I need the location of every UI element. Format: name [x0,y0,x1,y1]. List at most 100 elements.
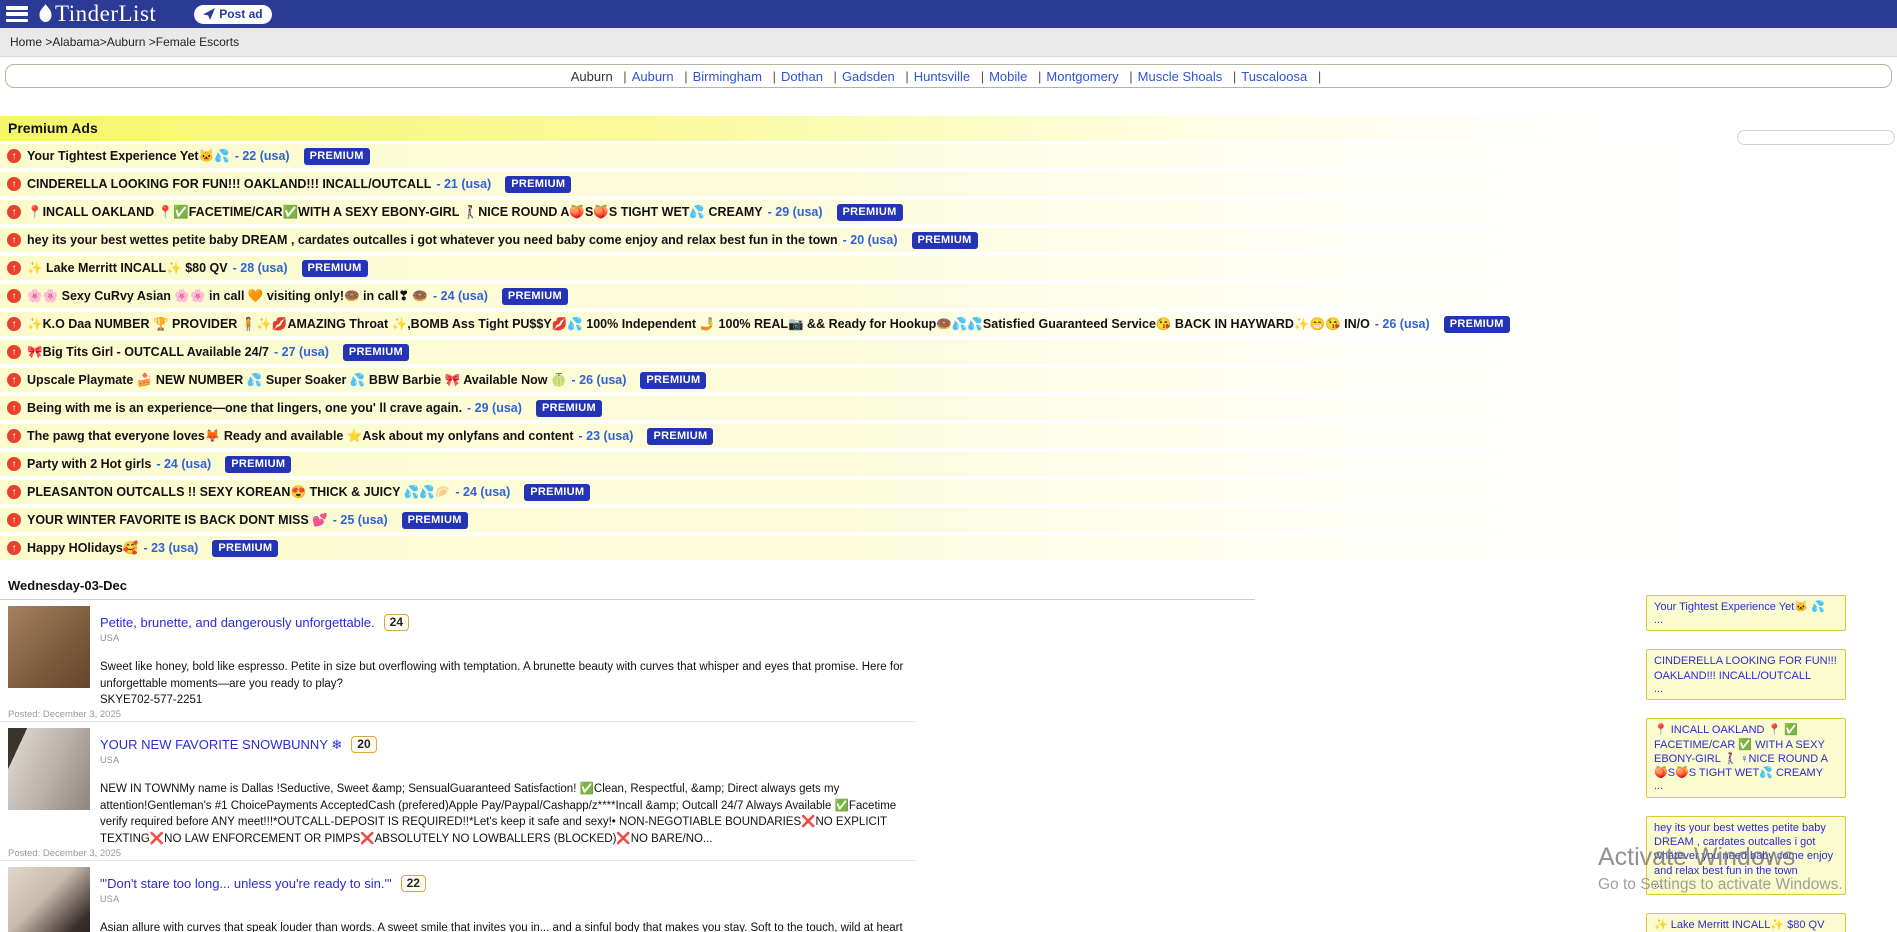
listing-thumbnail[interactable] [8,728,90,810]
menu-icon[interactable] [6,6,28,22]
premium-badge: PREMIUM [647,428,713,445]
premium-ad-title[interactable]: hey its your best wettes petite baby DRE… [27,233,838,247]
premium-ad-row[interactable]: ↑ Being with me is an experience—one tha… [0,396,1897,420]
premium-ad-title[interactable]: Upscale Playmate 🍰 NEW NUMBER 💦 Super So… [27,373,567,388]
premium-ad-row[interactable]: ↑ PLEASANTON OUTCALLS !! SEXY KOREAN😍 TH… [0,480,1897,504]
city-separator: | [905,69,908,84]
premium-ad-age-meta: - 24 (usa) [156,457,211,471]
premium-ad-row[interactable]: ↑ Party with 2 Hot girls - 24 (usa) PREM… [0,452,1897,476]
listing-phone: SKYE702-577-2251 [100,692,908,709]
premium-ad-title[interactable]: CINDERELLA LOOKING FOR FUN!!! OAKLAND!!!… [27,177,431,191]
sidebar-ad-more[interactable]: ... [1654,780,1838,793]
listing-title-link[interactable]: Petite, brunette, and dangerously unforg… [100,615,375,630]
listing-row: Posted: December 3, 2025 Petite, brunett… [0,600,915,722]
premium-ad-title[interactable]: 📍INCALL OAKLAND 📍✅FACETIME/CAR✅WITH A SE… [27,205,763,220]
premium-ad-title[interactable]: The pawg that everyone loves🦊 Ready and … [27,429,574,444]
city-link[interactable]: Muscle Shoals [1138,69,1223,84]
premium-ad-title[interactable]: ✨K.O Daa NUMBER 🏆 PROVIDER 🧍✨💋AMAZING Th… [27,317,1370,332]
premium-ad-row[interactable]: ↑ Upscale Playmate 🍰 NEW NUMBER 💦 Super … [0,368,1897,392]
listing-content: Petite, brunette, and dangerously unforg… [100,606,908,709]
premium-ad-age-meta: - 21 (usa) [436,177,491,191]
premium-ad-row[interactable]: ↑ ✨K.O Daa NUMBER 🏆 PROVIDER 🧍✨💋AMAZING … [0,312,1897,336]
bump-up-icon: ↑ [7,401,21,415]
listing-title-link[interactable]: "'Don't stare too long... unless you're … [100,876,392,891]
city-link[interactable]: Auburn [571,69,613,84]
premium-ad-row[interactable]: ↑ hey its your best wettes petite baby D… [0,228,1897,252]
premium-ad-row[interactable]: ↑ Happy HOlidays🥰 - 23 (usa) PREMIUM [0,536,1897,560]
sidebar-ad-title[interactable]: 📍 INCALL OAKLAND 📍 ✅ FACETIME/CAR ✅ WITH… [1654,723,1838,780]
premium-badge: PREMIUM [302,260,368,277]
premium-ad-row[interactable]: ↑ 🎀Big Tits Girl - OUTCALL Available 24/… [0,340,1897,364]
bump-up-icon: ↑ [7,149,21,163]
premium-ad-row[interactable]: ↑ CINDERELLA LOOKING FOR FUN!!! OAKLAND!… [0,172,1897,196]
country-label: USA [100,894,908,904]
flame-icon [38,4,53,24]
brand-title: TinderList [55,1,156,27]
sidebar-premium-ad[interactable]: hey its your best wettes petite baby DRE… [1646,816,1846,895]
premium-ad-title[interactable]: Happy HOlidays🥰 [27,541,138,556]
sidebar-ad-more[interactable]: ... [1654,683,1838,696]
premium-ad-age-meta: - 26 (usa) [1375,317,1430,331]
premium-ad-title[interactable]: PLEASANTON OUTCALLS !! SEXY KOREAN😍 THIC… [27,485,450,500]
breadcrumb[interactable]: Home >Alabama>Auburn >Female Escorts [0,28,1897,57]
sidebar-premium-ad[interactable]: Your Tightest Experience Yet🐱 💦 ... [1646,595,1846,631]
premium-badge: PREMIUM [912,232,978,249]
listing-title-link[interactable]: YOUR NEW FAVORITE SNOWBUNNY ❄ [100,737,342,753]
premium-ad-title[interactable]: 🎀Big Tits Girl - OUTCALL Available 24/7 [27,345,269,360]
date-header: Wednesday-03-Dec [0,578,1255,600]
post-ad-button[interactable]: Post ad [194,5,271,24]
premium-ad-row[interactable]: ↑ 🌸🌸 Sexy CuRvy Asian 🌸🌸 in call 🧡 visit… [0,284,1897,308]
premium-ad-row[interactable]: ↑ YOUR WINTER FAVORITE IS BACK DONT MISS… [0,508,1897,532]
premium-ad-title[interactable]: 🌸🌸 Sexy CuRvy Asian 🌸🌸 in call 🧡 visitin… [27,288,428,304]
brand-logo[interactable]: TinderList [38,1,156,27]
premium-ad-title[interactable]: Your Tightest Experience Yet🐱💦 [27,149,230,164]
city-link[interactable]: Tuscaloosa [1241,69,1307,84]
city-link[interactable]: Montgomery [1046,69,1118,84]
sidebar-ad-title[interactable]: hey its your best wettes petite baby DRE… [1654,821,1838,878]
city-link[interactable]: Mobile [989,69,1027,84]
bump-up-icon: ↑ [7,317,21,331]
bump-up-icon: ↑ [7,177,21,191]
premium-badge: PREMIUM [524,484,590,501]
premium-ad-row[interactable]: ↑ 📍INCALL OAKLAND 📍✅FACETIME/CAR✅WITH A … [0,200,1897,224]
premium-ad-row[interactable]: ↑ Your Tightest Experience Yet🐱💦 - 22 (u… [0,144,1897,168]
city-item: Dothan | [781,69,842,84]
premium-ad-title[interactable]: Being with me is an experience—one that … [27,401,462,415]
empty-input[interactable] [1737,130,1895,145]
listings: Posted: December 3, 2025 Petite, brunett… [0,600,1897,932]
premium-badge: PREMIUM [837,204,903,221]
city-link[interactable]: Birmingham [693,69,762,84]
listing-content: YOUR NEW FAVORITE SNOWBUNNY ❄ 20 USA NEW… [100,728,908,848]
listing-content: "'Don't stare too long... unless you're … [100,867,908,932]
listing-thumbnail[interactable] [8,867,90,932]
sidebar-ad-title[interactable]: Your Tightest Experience Yet🐱 💦 [1654,600,1838,614]
city-separator: | [834,69,837,84]
sidebar-premium-ad[interactable]: 📍 INCALL OAKLAND 📍 ✅ FACETIME/CAR ✅ WITH… [1646,718,1846,797]
listing-thumb-wrap [0,867,92,932]
sidebar-premium-ad[interactable]: ✨ Lake Merritt INCALL✨ $80 QV ... [1646,913,1846,932]
sidebar-ad-more[interactable]: ... [1654,878,1838,891]
city-link[interactable]: Gadsden [842,69,895,84]
city-link[interactable]: Huntsville [914,69,970,84]
listing-title-row: "'Don't stare too long... unless you're … [100,875,908,892]
premium-ad-title[interactable]: YOUR WINTER FAVORITE IS BACK DONT MISS 💕 [27,513,328,528]
premium-ad-age-meta: - 26 (usa) [572,373,627,387]
sidebar-ad-title[interactable]: CINDERELLA LOOKING FOR FUN!!! OAKLAND!!!… [1654,654,1838,683]
city-link[interactable]: Dothan [781,69,823,84]
sidebar-premium-ad[interactable]: CINDERELLA LOOKING FOR FUN!!! OAKLAND!!!… [1646,649,1846,700]
premium-badge: PREMIUM [640,372,706,389]
premium-ad-row[interactable]: ↑ The pawg that everyone loves🦊 Ready an… [0,424,1897,448]
bump-up-icon: ↑ [7,513,21,527]
premium-ad-age-meta: - 20 (usa) [843,233,898,247]
premium-ad-title[interactable]: ✨ Lake Merritt INCALL✨ $80 QV [27,261,228,276]
listing-thumbnail[interactable] [8,606,90,688]
posted-date: Posted: December 3, 2025 [8,848,121,859]
premium-ad-title[interactable]: Party with 2 Hot girls [27,457,151,471]
sidebar-ad-more[interactable]: ... [1654,614,1838,627]
sidebar-premium-ads: Your Tightest Experience Yet🐱 💦 ... CIND… [1646,595,1846,932]
sidebar-ad-title[interactable]: ✨ Lake Merritt INCALL✨ $80 QV [1654,918,1838,932]
city-link[interactable]: Auburn [632,69,674,84]
bump-up-icon: ↑ [7,485,21,499]
premium-ad-row[interactable]: ↑ ✨ Lake Merritt INCALL✨ $80 QV - 28 (us… [0,256,1897,280]
listing-title-row: Petite, brunette, and dangerously unforg… [100,614,908,631]
